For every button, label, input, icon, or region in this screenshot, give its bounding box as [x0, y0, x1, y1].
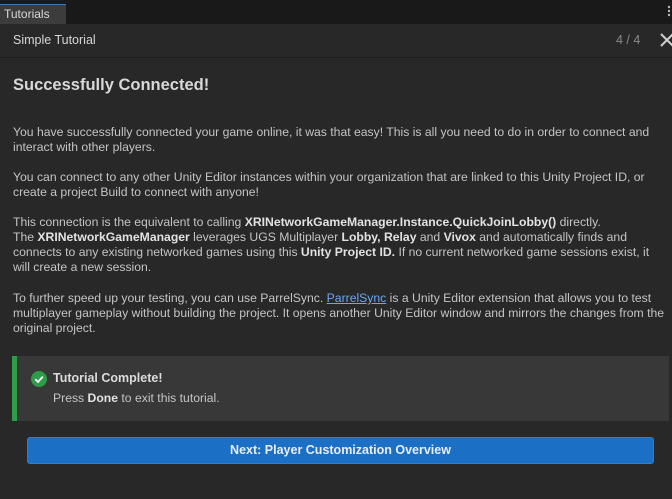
paragraph-connection-details: This connection is the equivalent to cal…: [13, 215, 650, 274]
paragraph-parrelsync: To further speed up your testing, you ca…: [13, 291, 665, 335]
tab-tutorials[interactable]: Tutorials: [0, 4, 66, 24]
window-tabstrip: Tutorials: [0, 0, 672, 24]
kebab-menu-icon[interactable]: [666, 5, 672, 19]
tutorial-header: Simple Tutorial 4 / 4: [0, 24, 672, 58]
close-icon[interactable]: [659, 32, 672, 48]
page-heading: Successfully Connected!: [13, 76, 210, 94]
paragraph-connected: You have successfully connected your gam…: [13, 125, 650, 154]
callout-body: Press Done to exit this tutorial.: [53, 391, 220, 405]
paragraph-connect-others: You can connect to any other Unity Edito…: [13, 170, 645, 199]
parrelsync-link[interactable]: ParrelSync: [327, 291, 387, 305]
tutorial-complete-callout: Tutorial Complete! Press Done to exit th…: [12, 356, 669, 421]
next-button[interactable]: Next: Player Customization Overview: [27, 437, 654, 464]
page-counter: 4 / 4: [616, 33, 641, 47]
callout-title: Tutorial Complete!: [53, 371, 163, 385]
tutorial-title: Simple Tutorial: [13, 33, 96, 47]
check-circle-icon: [31, 371, 47, 387]
